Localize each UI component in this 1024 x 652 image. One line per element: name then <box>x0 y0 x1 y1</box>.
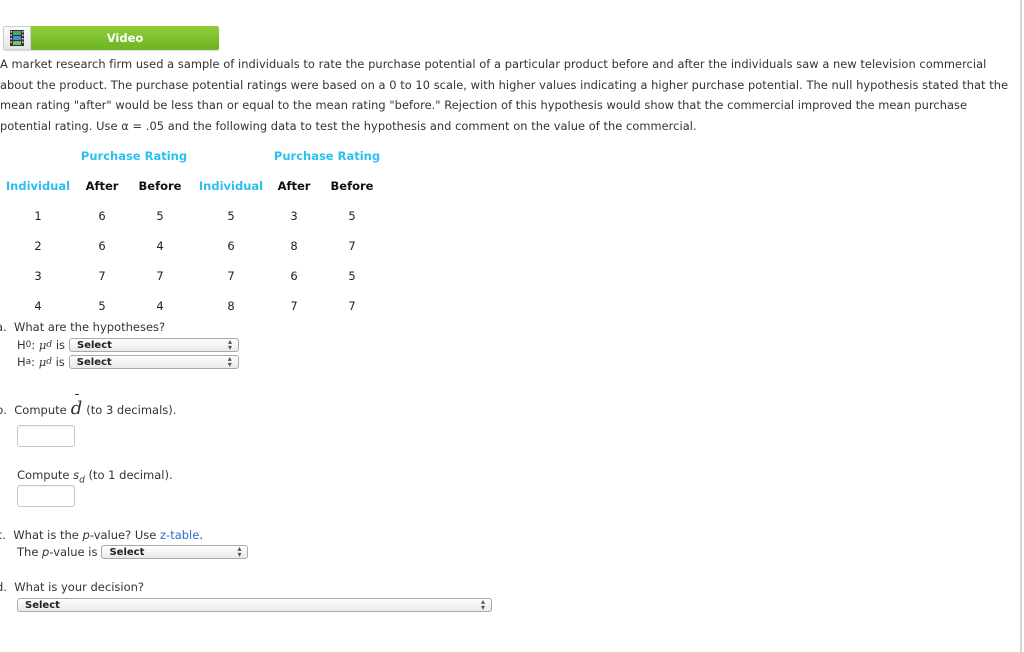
decision-row: Select ▴ ▾ <box>13 598 492 612</box>
table-cell: 7 <box>227 269 235 283</box>
compute-sd-label: Compute sd (to 1 decimal). <box>17 468 173 485</box>
h0-select-value: Select <box>77 339 112 351</box>
table-cell: 5 <box>98 299 106 313</box>
p-value-label-pre: The <box>17 545 39 559</box>
question-b: b. Compute d (to 3 decimals). <box>0 394 177 419</box>
h0-select[interactable]: Select ▴ ▾ <box>69 337 240 352</box>
header-individual-right: Individual <box>198 179 264 193</box>
question-c-marker: c. <box>0 528 6 542</box>
table-cell: 2 <box>34 239 42 253</box>
question-c-text: What is the <box>13 528 79 542</box>
question-b-marker: b. <box>0 403 7 417</box>
ha-select[interactable]: Select ▴ ▾ <box>68 354 239 369</box>
table-cell: 3 <box>34 269 42 283</box>
mu-symbol: μ <box>38 355 47 369</box>
question-c-text-mid: -value? Use <box>89 528 157 542</box>
ha-label: H <box>17 355 26 369</box>
h0-row: H0: μd is Select ▴ ▾ <box>17 337 240 352</box>
select-arrows-icon: ▴ ▾ <box>228 337 233 352</box>
mu-subscript: d <box>46 340 53 350</box>
table-cell: 5 <box>227 209 235 223</box>
group-header-right: Purchase Rating <box>273 149 381 163</box>
page-border <box>1020 0 1022 652</box>
mu-subscript: d <box>46 357 52 367</box>
header-after-right: After <box>277 179 311 193</box>
table-cell: 7 <box>290 299 298 313</box>
question-c: c. What is the p-value? Use z-table. <box>0 528 203 542</box>
ha-subscript: a <box>25 357 32 367</box>
p-symbol: p <box>42 545 50 559</box>
table-cell: 4 <box>156 239 164 253</box>
decimals-hint: (to 3 decimals). <box>86 403 177 417</box>
h0-label: H <box>17 338 26 352</box>
table-cell: 6 <box>98 239 106 253</box>
select-arrows-icon: ▴ ▾ <box>480 597 485 612</box>
decimal-hint: (to 1 decimal). <box>88 468 173 482</box>
is-text: is <box>55 338 66 352</box>
h0-subscript: 0 <box>25 340 32 350</box>
table-cell: 7 <box>348 299 356 313</box>
question-a-text: What are the hypotheses? <box>14 320 166 334</box>
group-header-left: Purchase Rating <box>80 149 188 163</box>
compute-text: Compute <box>14 403 67 417</box>
p-value-row: The p -value is Select ▴ ▾ <box>17 544 249 559</box>
table-cell: 4 <box>156 299 164 313</box>
purchase-rating-table: Purchase Rating Purchase Rating Individu… <box>0 0 400 320</box>
table-cell: 7 <box>98 269 106 283</box>
table-cell: 6 <box>98 209 106 223</box>
header-before-left: Before <box>138 179 182 193</box>
is-text: is <box>55 355 65 369</box>
p-value-select[interactable]: Select ▴ ▾ <box>101 544 249 559</box>
ha-select-value: Select <box>76 356 112 368</box>
ha-row: Ha: μd is Select ▴ ▾ <box>17 355 239 369</box>
question-d-marker: d. <box>0 580 7 594</box>
p-value-select-value: Select <box>109 546 145 558</box>
period: . <box>199 528 203 542</box>
mu-symbol: μ <box>38 338 47 352</box>
header-before-right: Before <box>330 179 374 193</box>
table-cell: 6 <box>227 239 235 253</box>
table-cell: 7 <box>348 239 356 253</box>
select-arrows-icon: ▴ ▾ <box>237 544 242 559</box>
header-after-left: After <box>85 179 119 193</box>
header-individual-left: Individual <box>5 179 71 193</box>
d-bar-symbol: d <box>70 394 83 419</box>
decision-select[interactable]: Select ▴ ▾ <box>17 598 492 612</box>
decision-select-value: Select <box>25 599 60 611</box>
question-d: d. What is your decision? <box>0 580 144 594</box>
select-arrows-icon: ▴ ▾ <box>227 354 232 369</box>
table-cell: 1 <box>34 209 42 223</box>
z-table-link[interactable]: z-table <box>160 528 199 542</box>
question-d-text: What is your decision? <box>14 580 145 594</box>
table-cell: 6 <box>290 269 298 283</box>
p-symbol: p <box>82 528 90 542</box>
table-cell: 3 <box>290 209 298 223</box>
sd-subscript: d <box>79 475 85 486</box>
table-cell: 5 <box>348 209 356 223</box>
p-value-label-post: -value is <box>49 545 98 559</box>
sd-input[interactable] <box>17 485 75 507</box>
table-cell: 5 <box>348 269 356 283</box>
table-cell: 8 <box>227 299 235 313</box>
question-a: a. What are the hypotheses? <box>0 320 165 334</box>
table-cell: 7 <box>156 269 164 283</box>
table-cell: 4 <box>34 299 42 313</box>
d-bar-input[interactable] <box>17 425 75 447</box>
question-a-marker: a. <box>0 320 7 334</box>
table-cell: 5 <box>156 209 164 223</box>
table-cell: 8 <box>290 239 298 253</box>
compute-text: Compute <box>17 468 70 482</box>
